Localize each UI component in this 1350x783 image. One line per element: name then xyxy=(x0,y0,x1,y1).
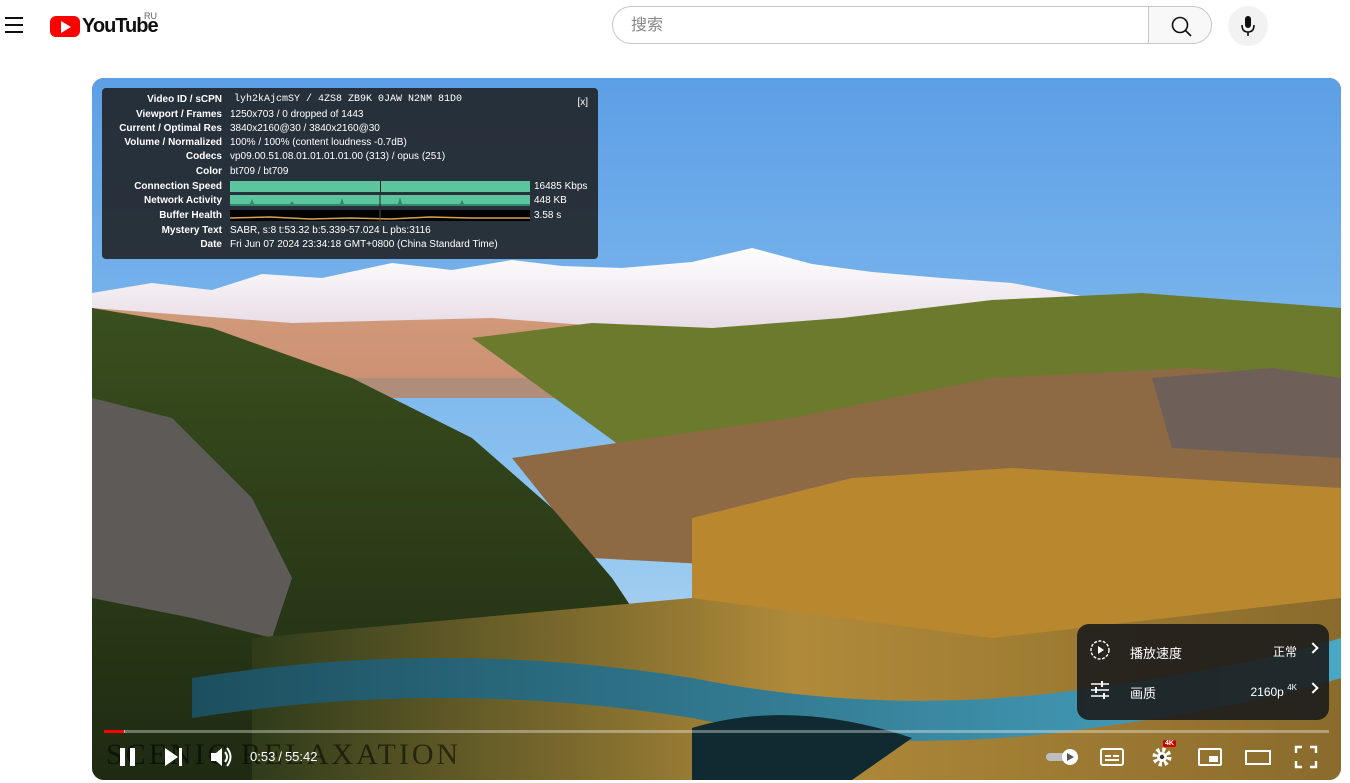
stats-value: 448 KB xyxy=(534,195,567,206)
menu-item-playback-speed[interactable]: 播放速度 正常 xyxy=(1077,630,1329,670)
skip-next-icon xyxy=(165,748,182,766)
stats-value: lyh2kAjcmSY / 4ZS8 ZB9K 0JAW N2NM 81D0 xyxy=(234,94,463,105)
stats-row: Date Fri Jun 07 2024 23:34:18 GMT+0800 (… xyxy=(102,238,598,252)
stats-value: 100% / 100% (content loudness -0.7dB) xyxy=(230,137,407,148)
time-separator: / xyxy=(278,749,282,764)
stats-key: Current / Optimal Res xyxy=(119,123,222,134)
stats-key: Video ID / sCPN xyxy=(147,94,222,105)
search-input[interactable] xyxy=(629,7,1133,45)
playback-speed-value: 正常 xyxy=(1272,645,1297,659)
stats-value: 1250x703 / 0 dropped of 1443 xyxy=(230,109,364,120)
stats-row: Color bt709 / bt709 xyxy=(102,165,598,179)
stats-value: vp09.00.51.08.01.01.01.01.00 (313) / opu… xyxy=(230,151,446,162)
progress-bar[interactable] xyxy=(104,730,1329,733)
quality-sliders-icon xyxy=(1091,681,1109,699)
quality-value: 2160p 4K xyxy=(1250,683,1297,699)
stats-key: Color xyxy=(195,166,222,177)
mute-button[interactable] xyxy=(206,742,236,772)
time-display: 0:53/55:42 xyxy=(250,749,317,764)
stats-key: Volume / Normalized xyxy=(124,137,222,148)
stats-row: Connection Speed 16485 Kbps xyxy=(102,180,598,194)
volume-icon xyxy=(211,747,232,767)
stats-row: Network Activity 448 KB xyxy=(102,194,598,208)
settings-button[interactable]: 4K xyxy=(1147,740,1177,772)
subtitles-button[interactable] xyxy=(1097,742,1127,772)
stats-value: 16485 Kbps xyxy=(534,181,588,192)
stats-row: Viewport / Frames 1250x703 / 0 dropped o… xyxy=(102,108,598,122)
video-player[interactable]: SCENIC RELAXATION [x] Video ID / sCPN ly… xyxy=(92,78,1341,780)
buffer-health-graph xyxy=(229,210,530,221)
hamburger-menu-icon[interactable] xyxy=(5,17,23,33)
quality-badge: 4K xyxy=(1287,683,1297,692)
stats-row: Current / Optimal Res 3840x2160@30 / 384… xyxy=(102,122,598,136)
search-box xyxy=(612,6,1148,45)
miniplayer-button[interactable] xyxy=(1195,742,1225,772)
stats-row: Codecs vp09.00.51.08.01.01.01.01.00 (313… xyxy=(102,150,598,164)
duration: 55:42 xyxy=(284,749,318,764)
miniplayer-icon xyxy=(1198,748,1222,766)
voice-search-button[interactable] xyxy=(1228,6,1268,46)
search-button[interactable] xyxy=(1148,6,1212,44)
stats-key: Mystery Text xyxy=(161,225,222,236)
menu-item-quality[interactable]: 画质 2160p 4K xyxy=(1077,670,1329,710)
stats-key: Codecs xyxy=(185,151,222,162)
pause-button[interactable] xyxy=(113,742,143,772)
stats-row: Video ID / sCPN lyh2kAjcmSY / 4ZS8 ZB9K … xyxy=(102,93,598,107)
microphone-icon xyxy=(1241,16,1255,36)
pause-icon xyxy=(120,748,135,766)
settings-menu: 播放速度 正常 画质 2160p 4K xyxy=(1077,624,1329,720)
stats-value: SABR, s:8 t:53.32 b:5.339-57.024 L pbs:3… xyxy=(230,225,431,236)
progress-played xyxy=(104,730,124,733)
fullscreen-button[interactable] xyxy=(1291,742,1321,772)
playback-speed-icon xyxy=(1090,640,1110,660)
next-button[interactable] xyxy=(159,742,189,772)
stats-value: 3840x2160@30 / 3840x2160@30 xyxy=(230,123,380,134)
play-logo-icon xyxy=(50,15,80,37)
subtitles-icon xyxy=(1100,748,1124,766)
settings-4k-badge: 4K xyxy=(1163,740,1176,747)
chevron-right-icon xyxy=(1307,642,1319,654)
masthead: YouTube RU xyxy=(0,0,1350,56)
chevron-right-icon xyxy=(1307,682,1319,694)
quality-label: 画质 xyxy=(1130,686,1157,701)
autoplay-toggle-icon xyxy=(1046,749,1078,765)
stats-key: Date xyxy=(200,239,222,250)
search-icon xyxy=(1171,16,1192,37)
stats-for-nerds-panel: [x] Video ID / sCPN lyh2kAjcmSY / 4ZS8 Z… xyxy=(102,88,598,259)
current-time: 0:53 xyxy=(250,749,276,764)
theater-mode-icon xyxy=(1245,750,1271,765)
theater-mode-button[interactable] xyxy=(1243,742,1273,772)
network-activity-graph xyxy=(230,195,530,206)
connection-speed-graph xyxy=(230,181,530,192)
stats-row: Mystery Text SABR, s:8 t:53.32 b:5.339-5… xyxy=(102,224,598,238)
youtube-logo[interactable]: YouTube xyxy=(50,14,159,38)
country-code: RU xyxy=(144,11,157,21)
stats-key: Network Activity xyxy=(144,195,222,206)
stats-value: 3.58 s xyxy=(534,210,562,221)
fullscreen-icon xyxy=(1294,745,1318,769)
stats-key: Viewport / Frames xyxy=(136,109,222,120)
stats-key: Buffer Health xyxy=(159,210,222,221)
stats-row: Buffer Health 3.58 s xyxy=(102,209,598,223)
playback-speed-label: 播放速度 xyxy=(1130,646,1183,661)
stats-key: Connection Speed xyxy=(134,181,222,192)
stats-value: bt709 / bt709 xyxy=(230,166,289,177)
autoplay-toggle[interactable] xyxy=(1044,742,1084,772)
stats-row: Volume / Normalized 100% / 100% (content… xyxy=(102,136,598,150)
stats-value: Fri Jun 07 2024 23:34:18 GMT+0800 (China… xyxy=(230,239,498,250)
